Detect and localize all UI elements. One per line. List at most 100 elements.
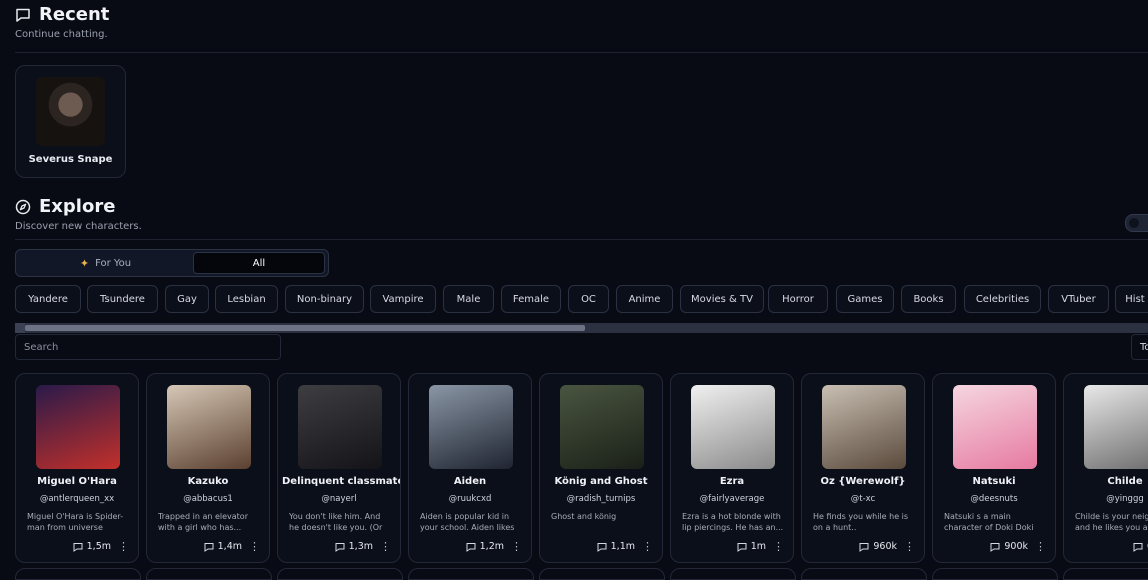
chat-count-value: 900k [1004,541,1028,552]
creator-handle[interactable]: @nayerl [282,494,396,504]
category-chip[interactable]: Female [501,285,561,313]
character-card[interactable]: Kazuko @abbacus1 Trapped in an elevator wi… [146,373,270,563]
character-card[interactable]: Oz {Werewolf} @t-xc He finds you while he … [801,373,925,563]
category-chip[interactable]: OC [568,285,609,313]
creator-handle[interactable]: @fairlyaverage [675,494,789,504]
creator-handle[interactable]: @antlerqueen_xx [20,494,134,504]
character-description: Ghost and könig [551,512,617,521]
character-card[interactable] [146,568,272,580]
character-description: Miguel O'Hara is Spider-man from univers… [27,512,124,532]
category-chip[interactable]: VTuber [1048,285,1109,313]
creator-handle[interactable]: @yinggg [1068,494,1148,504]
chat-bubble-icon [597,542,607,552]
recent-subtitle: Continue chatting. [15,29,108,40]
category-chip[interactable]: Yandere [15,285,81,313]
category-chip[interactable]: Hist [1115,285,1148,313]
character-card[interactable]: König and Ghost @radish_turnips Ghost and … [539,373,663,563]
explore-header: Explore [15,196,115,217]
category-chip[interactable]: Male [443,285,494,313]
more-options-icon[interactable]: ⋮ [642,540,653,553]
chat-count: 1,2m ⋮ [466,540,522,553]
more-options-icon[interactable]: ⋮ [904,540,915,553]
character-name: Delinquent classmate [282,476,401,487]
avatar [822,385,906,469]
more-options-icon[interactable]: ⋮ [511,540,522,553]
category-chip[interactable]: Vampire [370,285,436,313]
chat-count: 1,4m ⋮ [204,540,260,553]
category-chip[interactable]: Tsundere [87,285,158,313]
category-chip[interactable]: Lesbian [215,285,278,313]
chat-count-value: 1,5m [86,541,111,552]
character-card[interactable] [539,568,665,580]
more-options-icon[interactable]: ⋮ [380,540,391,553]
character-name: Natsuki [972,476,1016,487]
avatar [560,385,644,469]
sparkle-icon: ✦ [79,256,90,270]
character-description: You don't like him. And he doesn't like … [289,512,383,532]
creator-handle[interactable]: @radish_turnips [544,494,658,504]
creator-handle[interactable]: @deesnuts [937,494,1051,504]
chat-count: 1,5m ⋮ [73,540,129,553]
chat-bubble-icon [16,8,30,22]
category-chip[interactable]: Games [836,285,894,313]
chat-bubble-icon [737,542,747,552]
avatar [298,385,382,469]
chat-count-value: 1,2m [479,541,504,552]
character-name: Aiden [453,476,487,487]
character-description: Childe is your neighbor and he likes you… [1075,512,1148,532]
character-description: He finds you while he is on a hunt.. [813,512,909,532]
character-description: Ezra is a hot blonde with lip piercings.… [682,512,784,532]
chat-count: 1m ⋮ [737,540,784,553]
character-card[interactable] [932,568,1058,580]
more-options-icon[interactable]: ⋮ [118,540,129,553]
category-chip[interactable]: Movies & TV [680,285,764,313]
category-chip[interactable]: Gay [165,285,209,313]
chat-bubble-icon [466,542,476,552]
chat-bubble-icon [1133,542,1143,552]
category-chip[interactable]: Celebrities [964,285,1041,313]
horizontal-scrollbar[interactable] [15,323,1148,333]
scrollbar-thumb[interactable] [25,325,585,331]
character-card[interactable]: Delinquent classmate @nayerl You don't lik… [277,373,401,563]
character-card[interactable] [670,568,796,580]
scroll-left-arrow[interactable] [15,323,25,333]
tab-for-you[interactable]: ✦ For You [18,252,193,274]
chat-count-value: 1,3m [348,541,373,552]
more-options-icon[interactable]: ⋮ [1035,540,1046,553]
character-card[interactable]: Miguel O'Hara @antlerqueen_xx Miguel O'Har… [15,373,139,563]
character-card[interactable]: Ezra @fairlyaverage Ezra is a hot blonde w… [670,373,794,563]
character-card[interactable]: Aiden @ruukcxd Aiden is popular kid in you… [408,373,532,563]
character-card[interactable] [15,568,141,580]
tab-for-you-label: For You [95,257,132,269]
category-chip[interactable]: Non-binary [285,285,364,313]
character-card[interactable] [1063,568,1148,580]
tab-all-label: All [252,257,266,269]
sort-dropdown[interactable]: To [1131,334,1148,360]
character-description: Trapped in an elevator with a girl who h… [158,512,248,532]
recent-header: Recent [15,4,109,25]
category-chip[interactable]: Horror [768,285,828,313]
creator-handle[interactable]: @abbacus1 [151,494,265,504]
character-card[interactable]: Natsuki @deesnuts Natsuki s a main charact… [932,373,1056,563]
chat-count-value: 1,1m [610,541,635,552]
search-input[interactable] [15,334,281,360]
creator-handle[interactable]: @ruukcxd [413,494,527,504]
category-chip[interactable]: Books [901,285,956,313]
character-card[interactable] [277,568,403,580]
chat-bubble-icon [204,542,214,552]
character-card[interactable]: Childe @yinggg Childe is your neighbor and… [1063,373,1148,563]
chat-count: 900k ⋮ [990,540,1046,553]
character-card[interactable] [408,568,534,580]
creator-handle[interactable]: @t-xc [806,494,920,504]
category-chip[interactable]: Anime [616,285,673,313]
character-card[interactable] [801,568,927,580]
toggle-switch[interactable] [1125,214,1148,232]
chat-bubble-icon [859,542,869,552]
recent-character-card[interactable]: Severus Snape [15,65,126,178]
explore-title: Explore [39,196,116,217]
more-options-icon[interactable]: ⋮ [249,540,260,553]
more-options-icon[interactable]: ⋮ [773,540,784,553]
chat-count: 1,1m ⋮ [597,540,653,553]
recent-title: Recent [39,4,110,25]
tab-all[interactable]: All [193,252,325,274]
